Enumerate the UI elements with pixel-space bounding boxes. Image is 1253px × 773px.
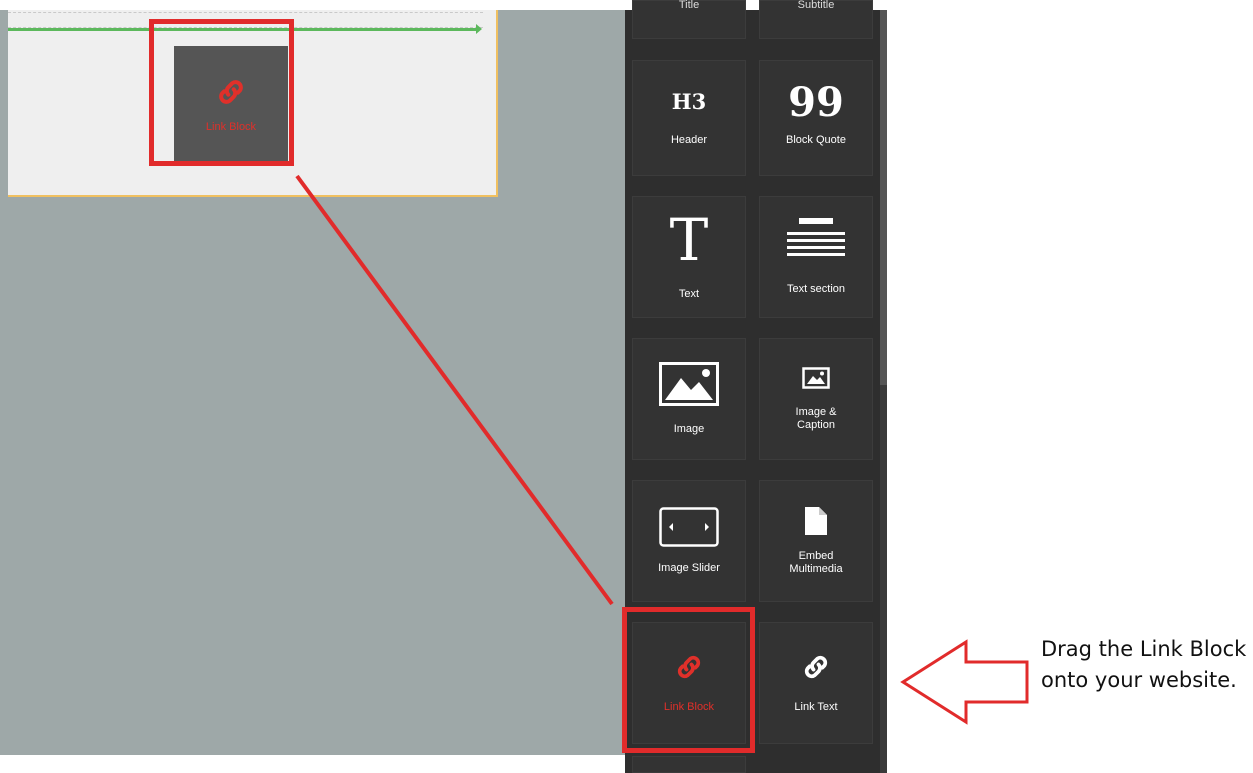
tile-label: Subtitle <box>797 0 835 11</box>
panel-scrollbar-thumb[interactable] <box>880 10 887 385</box>
tile-label: Text section <box>786 283 846 296</box>
highlight-box-dropped-block <box>149 19 294 166</box>
block-tile-image-caption[interactable]: Image & Caption <box>759 338 873 460</box>
drop-indicator-arrow-icon <box>476 24 482 34</box>
left-arrow-icon <box>900 639 1029 725</box>
tile-label: Image Slider <box>658 562 720 575</box>
text-lines-icon <box>787 218 845 263</box>
slider-arrows-icon <box>659 507 719 550</box>
block-tile-block-quote[interactable]: 99 Block Quote <box>759 60 873 176</box>
small-image-icon <box>802 367 830 392</box>
tile-label: Image & Caption <box>795 405 837 431</box>
tile-label: Block Quote <box>786 133 846 146</box>
document-icon <box>805 506 827 538</box>
highlight-box-link-block-tile <box>622 607 755 753</box>
block-tile-subtitle[interactable]: Subtitle <box>759 0 873 39</box>
block-tile-link-text[interactable]: Link Text <box>759 622 873 744</box>
chain-link-icon <box>801 652 831 685</box>
website-canvas[interactable]: Link Block <box>0 10 625 755</box>
quote-icon: 99 <box>788 78 844 126</box>
block-tile-embed-multimedia[interactable]: Embed Multimedia <box>759 480 873 602</box>
block-tile-title[interactable]: Title <box>632 0 746 39</box>
block-tile-image[interactable]: Image <box>632 338 746 460</box>
h3-icon: H3 <box>671 89 707 115</box>
tile-label: Title <box>678 0 700 11</box>
tile-label: Link Text <box>794 701 838 714</box>
annotation-instruction: Drag the Link Block onto your website. <box>1041 637 1247 692</box>
text-t-icon: T <box>669 205 709 274</box>
tile-label: Text <box>678 287 700 300</box>
tile-label: Image <box>673 423 705 436</box>
block-tile-image-slider[interactable]: Image Slider <box>632 480 746 602</box>
block-tile-text-section[interactable]: Text section <box>759 196 873 318</box>
block-tile-text[interactable]: T Text <box>632 196 746 318</box>
block-tile-more[interactable] <box>632 756 746 773</box>
tile-label: Header <box>670 134 708 147</box>
block-tile-header[interactable]: H3 Header <box>632 60 746 176</box>
tile-label: Embed Multimedia <box>789 549 843 575</box>
mountain-image-icon <box>659 362 719 409</box>
